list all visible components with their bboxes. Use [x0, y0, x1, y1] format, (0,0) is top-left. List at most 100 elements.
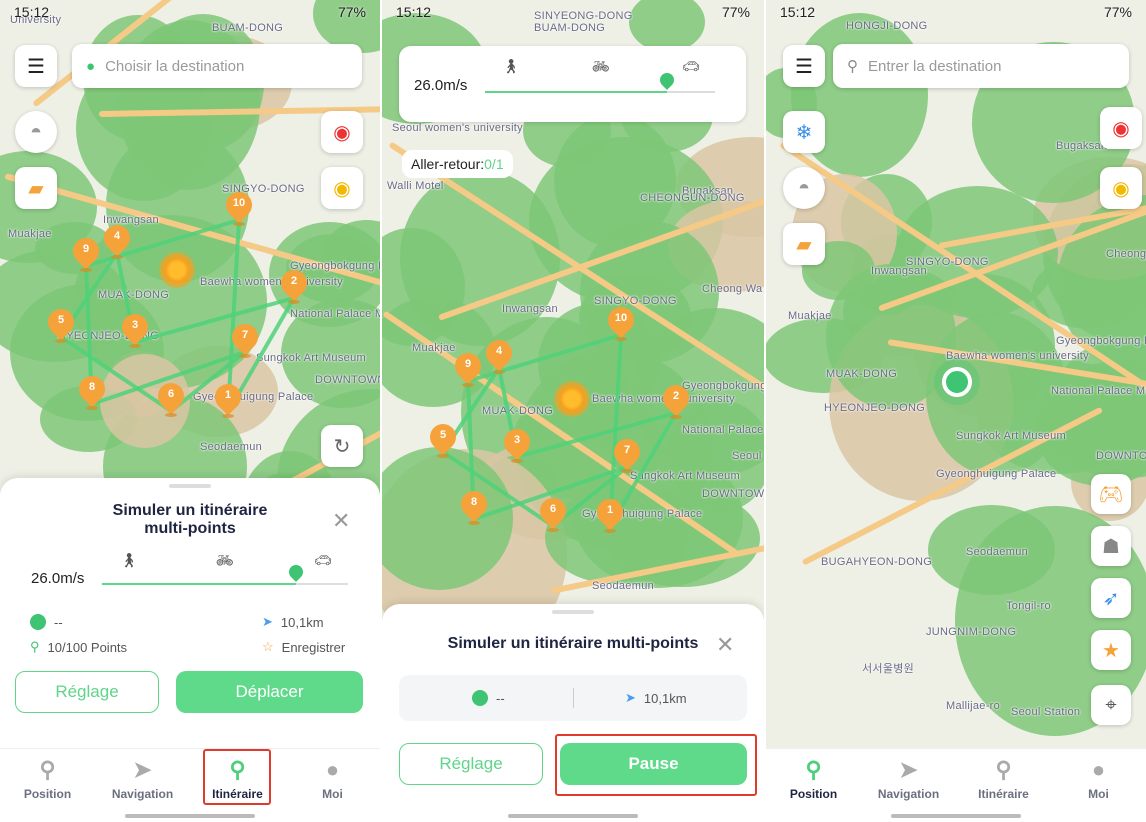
shield-button[interactable]: ◓ [783, 167, 825, 209]
pin-number: 8 [88, 381, 96, 393]
tab-navigation[interactable]: ➤ Navigation [95, 749, 190, 822]
route-pin[interactable]: 3 [498, 423, 536, 463]
tab-itinéraire[interactable]: ⚲ Itinéraire [956, 749, 1051, 822]
route-segment [59, 335, 173, 413]
route-pin[interactable]: 8 [73, 370, 111, 410]
import-button[interactable]: ▰ [15, 167, 57, 209]
speed-slider[interactable] [485, 70, 715, 93]
tab-moi[interactable]: ● Moi [1051, 749, 1146, 822]
tab-position[interactable]: ⚲ Position [0, 749, 95, 822]
route-pin[interactable]: 3 [116, 308, 154, 348]
paper-plane-icon: ➤ [133, 757, 152, 782]
tab-navigation[interactable]: ➤ Navigation [861, 749, 956, 822]
pin-number: 2 [672, 390, 680, 402]
joystick-button[interactable]: 🎮︎ [1091, 474, 1131, 514]
close-icon[interactable]: ✕ [716, 632, 734, 658]
settings-button[interactable]: Réglage [15, 671, 159, 713]
pin-number: 4 [113, 230, 121, 242]
move-button[interactable]: Déplacer [176, 671, 363, 713]
map-label: HYEONJEO-DONG [824, 402, 926, 414]
route-pin[interactable]: 1 [591, 493, 629, 533]
route-pin[interactable]: 2 [275, 264, 313, 304]
user-icon: ● [325, 757, 340, 782]
speed-fill [485, 91, 667, 93]
settings-button[interactable]: Réglage [399, 743, 543, 785]
freeze-button[interactable]: ❄ [783, 111, 825, 153]
speed-value: 26.0m/s [414, 77, 468, 94]
route-pin[interactable]: 8 [455, 485, 493, 525]
tab-position[interactable]: ⚲ Position [766, 749, 861, 822]
menu-button[interactable]: ☰ [15, 45, 57, 87]
route-pin[interactable]: 6 [152, 377, 190, 417]
route-pin[interactable]: 9 [449, 347, 487, 387]
speed-slider[interactable] [102, 562, 348, 585]
route-pin[interactable]: 7 [226, 318, 264, 358]
coin-button[interactable]: ◉ [321, 167, 363, 209]
route-pin[interactable]: 2 [657, 379, 695, 419]
star-icon: ☆ [262, 639, 274, 654]
route-stats: -- ➤ 10,1km [399, 675, 747, 721]
walk-icon[interactable]: 🚶︎ [502, 58, 520, 75]
slider-thumb-pin-icon[interactable] [286, 562, 307, 582]
robot-button[interactable]: ☗ [1091, 526, 1131, 566]
pin-number: 6 [167, 388, 175, 400]
route-pin[interactable]: 10 [220, 186, 258, 226]
search-placeholder: Entrer la destination [868, 57, 1002, 75]
route-pin[interactable]: 5 [42, 303, 80, 343]
drag-handle[interactable] [169, 484, 211, 488]
pin-shadow [222, 414, 234, 418]
points-count: 10/100 Points [47, 639, 128, 655]
pin-number: 2 [290, 275, 298, 287]
pokeball-button[interactable]: ◉ [1100, 107, 1142, 149]
user-icon: ● [1091, 757, 1106, 782]
pin-number: 1 [224, 389, 232, 401]
route-pin[interactable]: 10 [602, 301, 640, 341]
pin-number: 1 [606, 504, 614, 516]
drag-handle[interactable] [552, 610, 594, 614]
round-trip-count: 0/1 [484, 156, 504, 172]
coin-icon: ◉ [333, 177, 351, 200]
route-points-icon: ⚲ [30, 639, 40, 654]
slider-thumb-pin-icon[interactable] [656, 70, 677, 90]
sheet-title: Simuler un itinéraire multi-points [0, 502, 380, 538]
import-button[interactable]: ▰ [783, 223, 825, 265]
route-pin[interactable]: 7 [608, 433, 646, 473]
close-icon[interactable]: ✕ [332, 508, 350, 534]
search-icon: ⚲ [847, 58, 858, 75]
destination-search[interactable]: ⚲ Entrer la destination [833, 44, 1129, 88]
title-line2: multi-points [144, 520, 236, 537]
tab-label: Navigation [877, 787, 940, 801]
bike-icon[interactable]: 🚲︎ [216, 552, 234, 569]
coin-button[interactable]: ◉ [1100, 167, 1142, 209]
route-pin[interactable]: 9 [67, 232, 105, 272]
route-pin[interactable]: 4 [480, 334, 518, 374]
route-pin[interactable]: 6 [534, 492, 572, 532]
pin-number: 9 [464, 358, 472, 370]
reset-button[interactable]: ↻ [321, 425, 363, 467]
pokeball-button[interactable]: ◉ [321, 111, 363, 153]
locate-button[interactable]: ⌖ [1091, 685, 1131, 725]
folder-icon: ▰ [796, 233, 812, 256]
bike-icon[interactable]: 🚲︎ [592, 58, 610, 75]
car-icon[interactable]: 🚗︎ [682, 58, 700, 75]
shield-button[interactable]: ◓ [15, 111, 57, 153]
round-trip-label: Aller-retour: [411, 156, 485, 172]
folder-icon: ▰ [28, 177, 44, 200]
menu-button[interactable]: ☰ [783, 45, 825, 87]
favorites-button[interactable]: ★ [1091, 630, 1131, 670]
pokeball-icon: ◉ [333, 121, 351, 144]
route-pin[interactable]: 5 [424, 418, 462, 458]
sport-button[interactable]: ➶ [1091, 578, 1131, 618]
tab-moi[interactable]: ● Moi [285, 749, 380, 822]
save-route-button[interactable]: ☆ Enregistrer [262, 639, 345, 655]
walk-icon[interactable]: 🚶︎ [120, 552, 138, 569]
pin-shadow [288, 300, 300, 304]
map-label: HONGJI-DONG [846, 20, 928, 32]
snowflake-icon: ❄ [795, 121, 813, 144]
home-indicator [891, 814, 1021, 818]
map-label: Mallijae-ro [946, 700, 1001, 712]
car-icon[interactable]: 🚗︎ [314, 552, 332, 569]
route-pin[interactable]: 1 [209, 378, 247, 418]
destination-search[interactable]: ● Choisir la destination [72, 44, 362, 88]
route-pin[interactable]: 4 [98, 219, 136, 259]
